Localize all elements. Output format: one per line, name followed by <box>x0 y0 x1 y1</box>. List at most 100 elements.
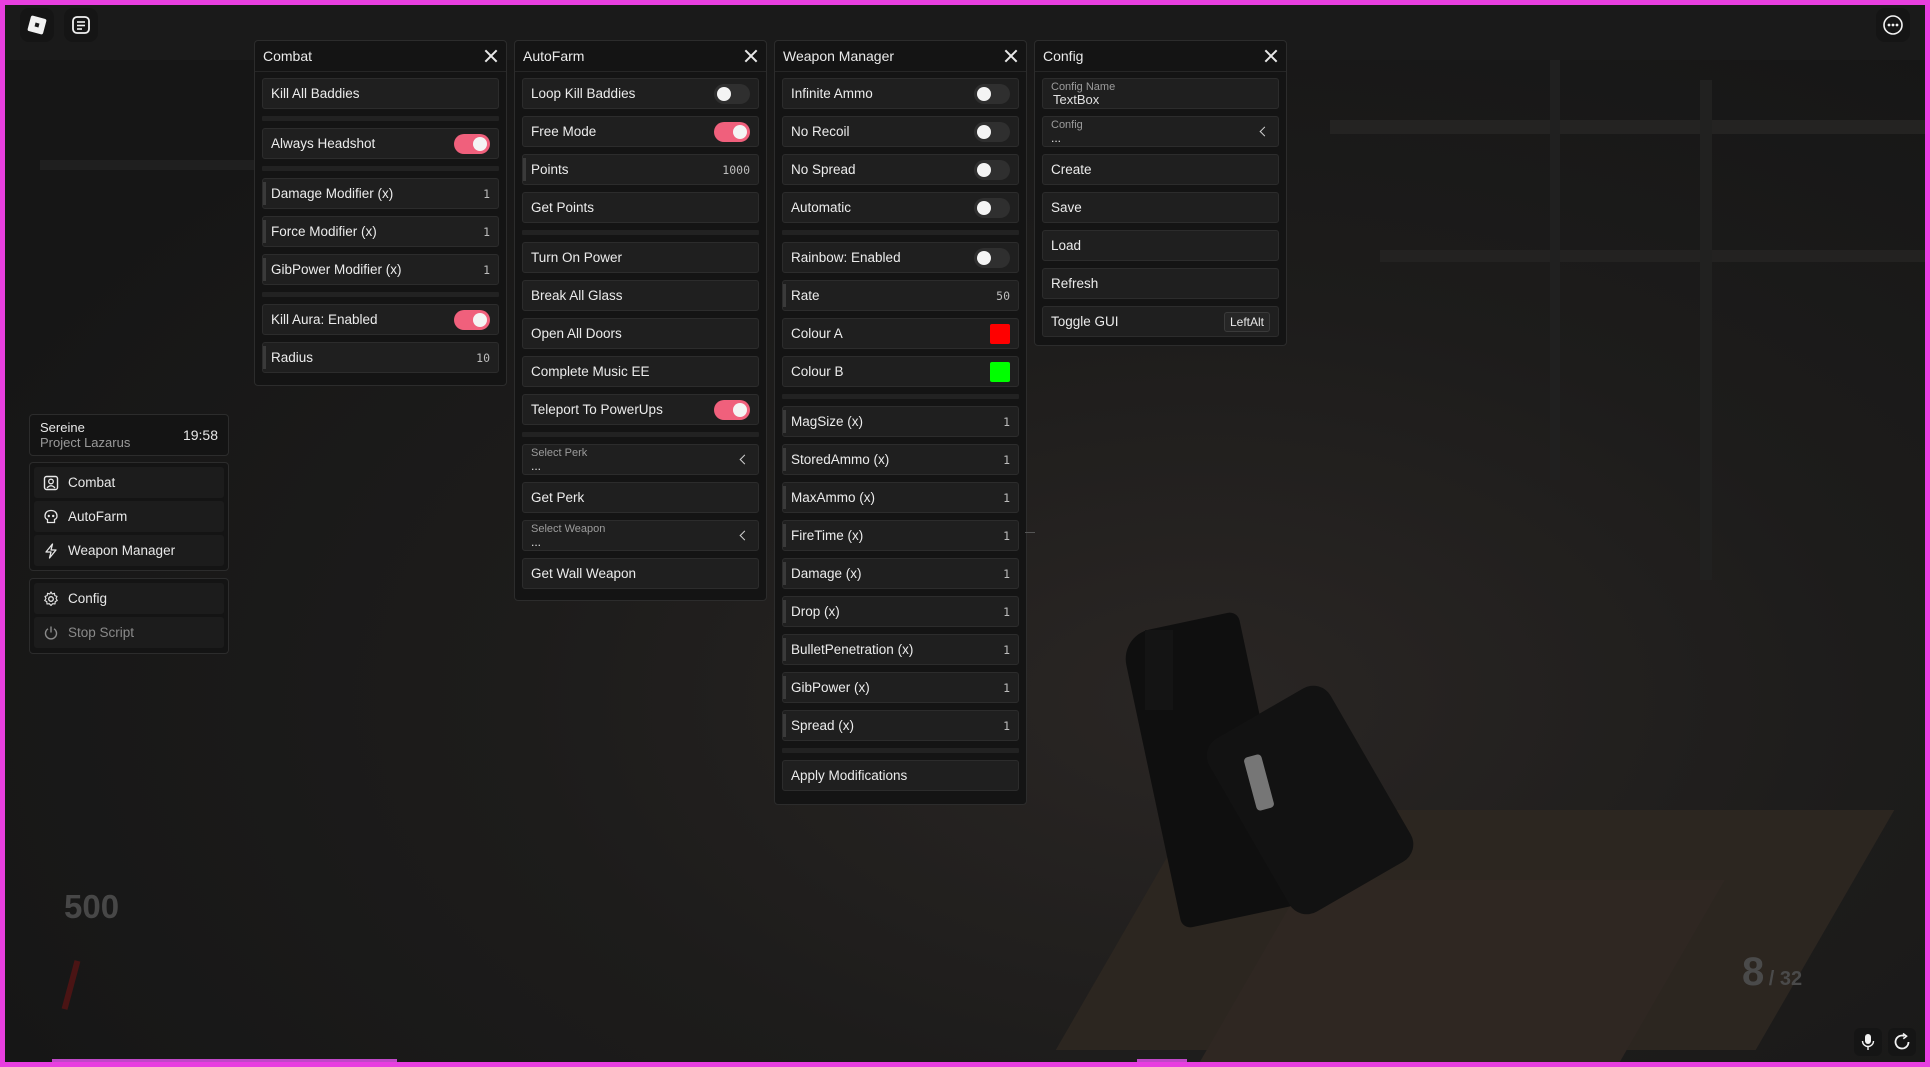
infinite-ammo-toggle[interactable] <box>974 83 1010 104</box>
dropdown-value: ... <box>531 535 542 549</box>
dropdown-label: Select Weapon <box>531 523 606 535</box>
break-all-glass-button[interactable]: Break All Glass <box>522 280 759 311</box>
self-view-button[interactable] <box>1888 1028 1916 1056</box>
panel-title: Weapon Manager <box>783 48 895 64</box>
points-slider[interactable]: Points 1000 <box>522 154 759 185</box>
colour-b-picker[interactable]: Colour B <box>782 356 1019 387</box>
config-panel-header[interactable]: Config <box>1035 41 1286 72</box>
gibpower-modifier-slider[interactable]: GibPower Modifier (x) 1 <box>262 254 499 285</box>
automatic-toggle-row[interactable]: Automatic <box>782 192 1019 223</box>
toggle-label: Teleport To PowerUps <box>531 402 663 417</box>
slider-value: 1 <box>1003 490 1010 505</box>
automatic-toggle[interactable] <box>974 197 1010 218</box>
slider-label: Rate <box>791 288 820 303</box>
open-all-doors-button[interactable]: Open All Doors <box>522 318 759 349</box>
radius-slider[interactable]: Radius 10 <box>262 342 499 373</box>
complete-music-ee-button[interactable]: Complete Music EE <box>522 356 759 387</box>
storedammo-slider[interactable]: StoredAmmo (x) 1 <box>782 444 1019 475</box>
always-headshot-toggle[interactable] <box>454 133 490 154</box>
config-name-input[interactable]: Config Name TextBox <box>1042 78 1279 109</box>
bulletpenetration-slider[interactable]: BulletPenetration (x) 1 <box>782 634 1019 665</box>
select-weapon-dropdown[interactable]: Select Weapon ... <box>522 520 759 551</box>
gibpower-slider[interactable]: GibPower (x) 1 <box>782 672 1019 703</box>
teleport-powerups-toggle-row[interactable]: Teleport To PowerUps <box>522 394 759 425</box>
always-headshot-toggle-row[interactable]: Always Headshot <box>262 128 499 159</box>
nav-item-combat[interactable]: Combat <box>34 467 224 498</box>
force-modifier-slider[interactable]: Force Modifier (x) 1 <box>262 216 499 247</box>
colour-a-swatch[interactable] <box>990 323 1010 344</box>
infinite-ammo-toggle-row[interactable]: Infinite Ammo <box>782 78 1019 109</box>
select-perk-dropdown[interactable]: Select Perk ... <box>522 444 759 475</box>
colour-b-swatch[interactable] <box>990 361 1010 382</box>
no-spread-toggle[interactable] <box>974 159 1010 180</box>
slider-value: 1 <box>1003 452 1010 467</box>
microphone-button[interactable] <box>1854 1028 1882 1056</box>
firetime-slider[interactable]: FireTime (x) 1 <box>782 520 1019 551</box>
toggle-label: Kill Aura: Enabled <box>271 312 378 327</box>
chat-button[interactable] <box>64 8 98 42</box>
stop-script-button[interactable]: Stop Script <box>34 617 224 648</box>
rainbow-toggle-row[interactable]: Rainbow: Enabled <box>782 242 1019 273</box>
weapon-manager-panel: Weapon Manager Infinite Ammo No Recoil N… <box>774 40 1027 805</box>
weapon-manager-panel-header[interactable]: Weapon Manager <box>775 41 1026 72</box>
kill-aura-toggle[interactable] <box>454 309 490 330</box>
slider-value: 1 <box>483 262 490 277</box>
turn-on-power-button[interactable]: Turn On Power <box>522 242 759 273</box>
slider-value: 1 <box>1003 680 1010 695</box>
slider-label: GibPower Modifier (x) <box>271 262 402 277</box>
refresh-button[interactable]: Refresh <box>1042 268 1279 299</box>
toggle-label: Free Mode <box>531 124 597 139</box>
create-button[interactable]: Create <box>1042 154 1279 185</box>
get-perk-button[interactable]: Get Perk <box>522 482 759 513</box>
button-label: Turn On Power <box>531 250 623 265</box>
save-button[interactable]: Save <box>1042 192 1279 223</box>
nav-item-autofarm[interactable]: AutoFarm <box>34 501 224 532</box>
combat-panel-header[interactable]: Combat <box>255 41 506 72</box>
get-wall-weapon-button[interactable]: Get Wall Weapon <box>522 558 759 589</box>
dropdown-value: ... <box>1051 131 1062 145</box>
kill-aura-toggle-row[interactable]: Kill Aura: Enabled <box>262 304 499 335</box>
nav-item-weapon-manager[interactable]: Weapon Manager <box>34 535 224 566</box>
button-label: Open All Doors <box>531 326 622 341</box>
more-options-button[interactable] <box>1876 8 1910 42</box>
slider-label: BulletPenetration (x) <box>791 642 914 657</box>
close-icon[interactable] <box>1264 49 1278 63</box>
free-mode-toggle-row[interactable]: Free Mode <box>522 116 759 147</box>
get-points-button[interactable]: Get Points <box>522 192 759 223</box>
config-dropdown[interactable]: Config ... <box>1042 116 1279 147</box>
button-label: Load <box>1051 238 1082 253</box>
dropdown-label: Select Perk <box>531 447 588 459</box>
rainbow-toggle[interactable] <box>974 247 1010 268</box>
slider-value: 50 <box>996 288 1010 303</box>
autofarm-panel-header[interactable]: AutoFarm <box>515 41 766 72</box>
slider-label: Spread (x) <box>791 718 855 733</box>
magsize-slider[interactable]: MagSize (x) 1 <box>782 406 1019 437</box>
keybind-key[interactable]: LeftAlt <box>1223 311 1270 332</box>
free-mode-toggle[interactable] <box>714 121 750 142</box>
roblox-logo-icon <box>27 15 47 35</box>
close-icon[interactable] <box>744 49 758 63</box>
loop-kill-toggle[interactable] <box>714 83 750 104</box>
maxammo-slider[interactable]: MaxAmmo (x) 1 <box>782 482 1019 513</box>
apply-modifications-button[interactable]: Apply Modifications <box>782 760 1019 791</box>
toggle-gui-keybind[interactable]: Toggle GUI LeftAlt <box>1042 306 1279 337</box>
toggle-label: Automatic <box>791 200 852 215</box>
roblox-menu-button[interactable] <box>20 8 54 42</box>
loop-kill-toggle-row[interactable]: Loop Kill Baddies <box>522 78 759 109</box>
spread-slider[interactable]: Spread (x) 1 <box>782 710 1019 741</box>
kill-all-baddies-button[interactable]: Kill All Baddies <box>262 78 499 109</box>
damage-slider[interactable]: Damage (x) 1 <box>782 558 1019 589</box>
damage-modifier-slider[interactable]: Damage Modifier (x) 1 <box>262 178 499 209</box>
autofarm-panel: AutoFarm Loop Kill Baddies Free Mode Poi… <box>514 40 767 601</box>
close-icon[interactable] <box>1004 49 1018 63</box>
colour-a-picker[interactable]: Colour A <box>782 318 1019 349</box>
drop-slider[interactable]: Drop (x) 1 <box>782 596 1019 627</box>
rate-slider[interactable]: Rate 50 <box>782 280 1019 311</box>
close-icon[interactable] <box>484 49 498 63</box>
load-button[interactable]: Load <box>1042 230 1279 261</box>
no-spread-toggle-row[interactable]: No Spread <box>782 154 1019 185</box>
nav-item-config[interactable]: Config <box>34 583 224 614</box>
teleport-powerups-toggle[interactable] <box>714 399 750 420</box>
no-recoil-toggle-row[interactable]: No Recoil <box>782 116 1019 147</box>
no-recoil-toggle[interactable] <box>974 121 1010 142</box>
